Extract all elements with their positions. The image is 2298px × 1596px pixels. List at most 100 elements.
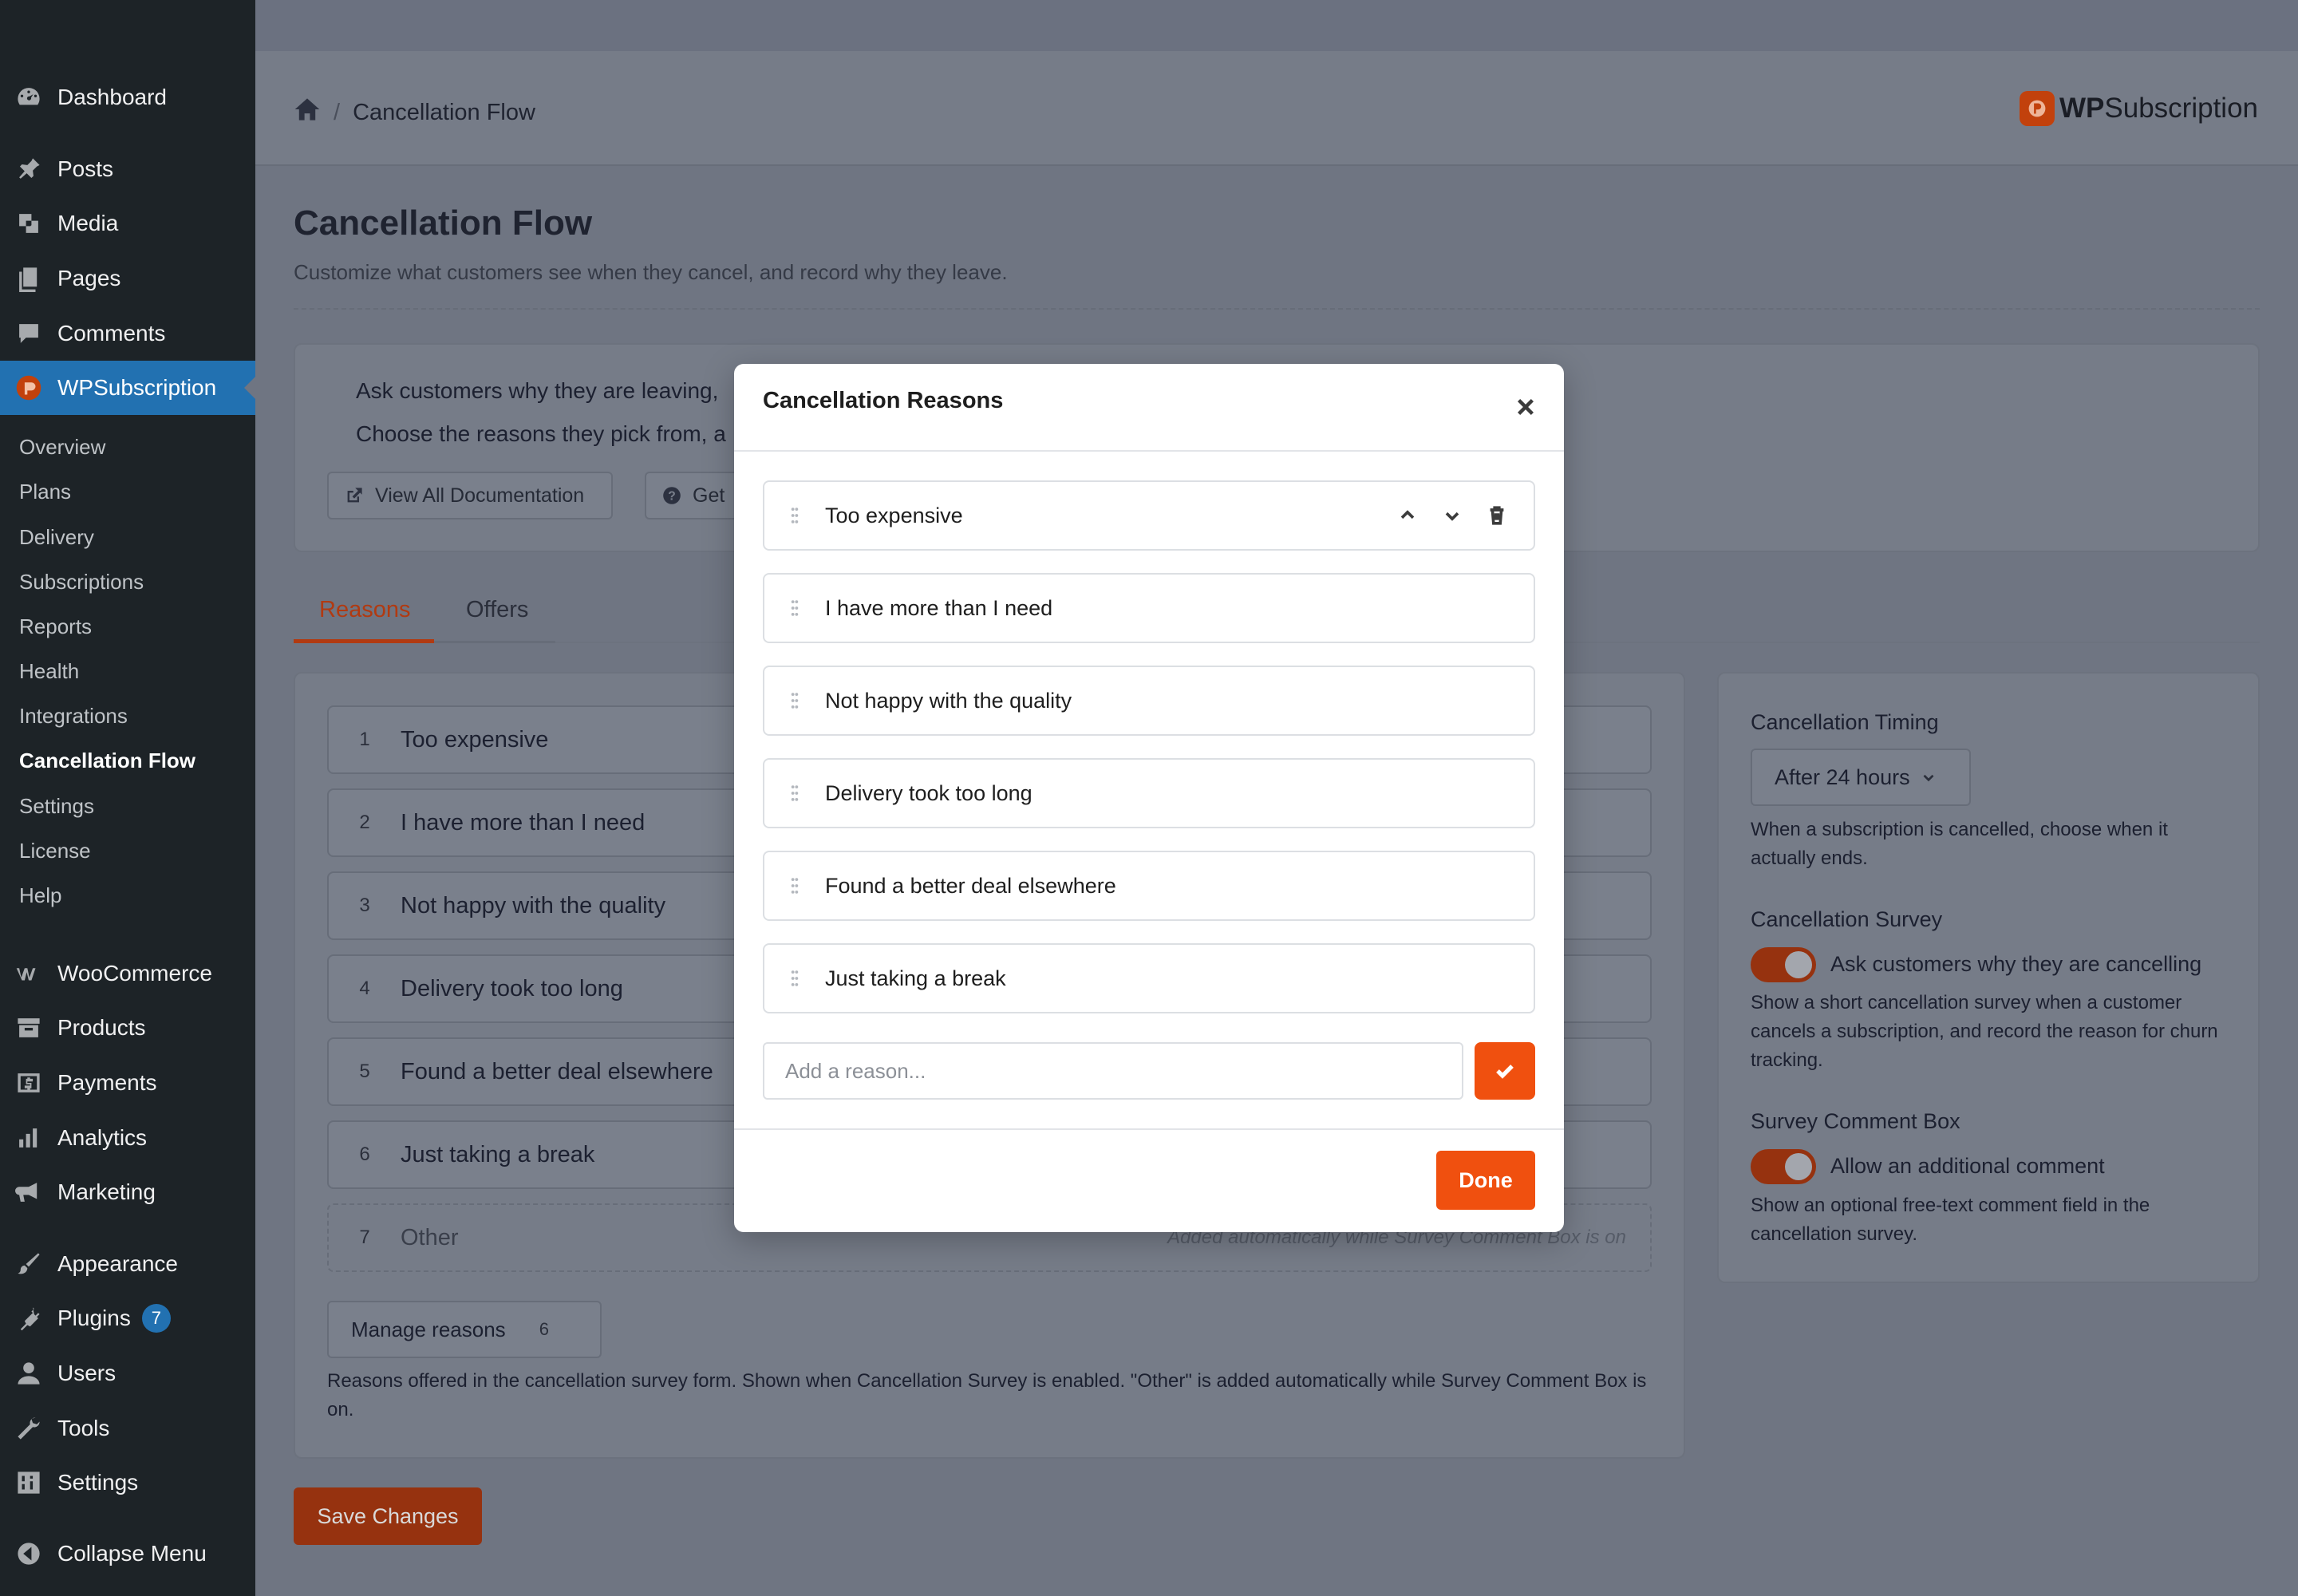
reason-label: Other: [401, 1224, 459, 1250]
submenu-reports[interactable]: Reports: [19, 614, 92, 639]
menu-dashboard[interactable]: Dashboard: [0, 70, 255, 124]
add-reason-button[interactable]: [1475, 1042, 1535, 1100]
tab-offers[interactable]: Offers: [466, 597, 528, 623]
cancellation-survey-toggle[interactable]: [1751, 947, 1816, 982]
submenu-plans[interactable]: Plans: [19, 480, 71, 504]
menu-plugins[interactable]: Plugins 7: [0, 1291, 255, 1345]
wrench-icon: [13, 1412, 45, 1444]
menu-tools[interactable]: Tools: [0, 1401, 255, 1456]
add-reason-input[interactable]: [763, 1042, 1463, 1100]
menu-posts[interactable]: Posts: [0, 142, 255, 196]
chart-icon: [13, 1122, 45, 1154]
submenu-cancellation-flow[interactable]: Cancellation Flow: [19, 749, 195, 773]
modal-reason-row[interactable]: Delivery took too long: [763, 758, 1535, 828]
drag-handle-icon[interactable]: [764, 784, 825, 802]
reason-label: Too expensive: [401, 726, 549, 753]
admin-sidebar: Dashboard Posts Media Pages Comments WPS…: [0, 0, 256, 1596]
close-button[interactable]: [1514, 396, 1537, 418]
breadcrumb: / Cancellation Flow: [294, 96, 535, 129]
page-subtitle: Customize what customers see when they c…: [294, 260, 1008, 284]
done-button[interactable]: Done: [1436, 1151, 1535, 1210]
divider: [294, 308, 2260, 310]
tab-reasons[interactable]: Reasons: [319, 597, 410, 623]
help-icon: ?: [663, 487, 681, 504]
modal-reason-row[interactable]: Too expensive: [763, 480, 1535, 551]
submenu-settings[interactable]: Settings: [19, 794, 94, 819]
archive-icon: [13, 1012, 45, 1044]
menu-users[interactable]: Users: [0, 1346, 255, 1400]
breadcrumb-separator: /: [334, 99, 341, 125]
button-label: Get: [693, 484, 725, 507]
reason-label: Delivery took too long: [401, 975, 623, 1001]
menu-appearance[interactable]: Appearance: [0, 1237, 255, 1291]
submenu-overview[interactable]: Overview: [19, 435, 105, 460]
reason-number: 4: [359, 978, 370, 999]
drag-handle-icon[interactable]: [764, 970, 825, 987]
drag-handle-icon[interactable]: [764, 692, 825, 709]
survey-comment-toggle[interactable]: [1751, 1149, 1816, 1184]
user-icon: [13, 1357, 45, 1389]
reason-label: Found a better deal elsewhere: [401, 1058, 713, 1084]
move-up-icon[interactable]: [1396, 504, 1419, 527]
drag-handle-icon[interactable]: [764, 877, 825, 895]
survey-help-text: Show a short cancellation survey when a …: [1751, 992, 2218, 1071]
external-link-icon: [347, 488, 362, 503]
trash-icon[interactable]: [1486, 504, 1508, 527]
menu-label: Marketing: [57, 1179, 156, 1204]
modal-reason-row[interactable]: Found a better deal elsewhere: [763, 851, 1535, 921]
manage-reasons-button[interactable]: Manage reasons 6: [327, 1301, 602, 1358]
modal-reason-row[interactable]: Not happy with the quality: [763, 666, 1535, 736]
menu-settings[interactable]: Settings: [0, 1456, 255, 1510]
collapse-menu-button[interactable]: Collapse Menu: [0, 1527, 255, 1581]
comment-icon: [13, 318, 45, 350]
save-changes-button[interactable]: Save Changes: [294, 1487, 482, 1545]
select-value: After 24 hours: [1775, 764, 1910, 789]
modal-header-divider: [734, 450, 1564, 452]
page-title: Cancellation Flow: [294, 203, 593, 243]
submenu-help[interactable]: Help: [19, 883, 61, 908]
menu-media[interactable]: Media: [0, 196, 255, 251]
modal-reason-row[interactable]: Just taking a break: [763, 943, 1535, 1013]
plugins-update-badge: 7: [141, 1304, 171, 1333]
submenu-delivery[interactable]: Delivery: [19, 525, 94, 550]
move-down-icon[interactable]: [1441, 504, 1463, 527]
view-documentation-button[interactable]: View All Documentation: [327, 472, 613, 519]
menu-label: Media: [57, 211, 119, 235]
drag-handle-icon[interactable]: [764, 599, 825, 617]
collapse-icon: [13, 1538, 45, 1570]
menu-payments[interactable]: Payments: [0, 1056, 255, 1110]
menu-wpsubscription[interactable]: WPSubscription: [0, 361, 256, 415]
menu-comments[interactable]: Comments: [0, 306, 255, 361]
home-icon[interactable]: [294, 96, 321, 129]
woocommerce-icon: [13, 958, 45, 990]
modal-title: Cancellation Reasons: [763, 388, 1004, 413]
reason-number: 2: [359, 812, 370, 833]
timing-help-text: When a subscription is cancelled, choose…: [1751, 819, 2168, 869]
active-tab-indicator: [294, 639, 434, 643]
submenu-subscriptions[interactable]: Subscriptions: [19, 570, 144, 595]
button-label: Manage reasons: [351, 1317, 506, 1341]
pages-icon: [13, 263, 45, 294]
reason-label: Not happy with the quality: [401, 892, 666, 918]
reason-number: 1: [359, 729, 370, 750]
submenu-license[interactable]: License: [19, 839, 91, 863]
menu-pages[interactable]: Pages: [0, 251, 255, 306]
menu-label: Users: [57, 1361, 116, 1385]
menu-label: Appearance: [57, 1251, 179, 1276]
menu-label: Collapse Menu: [57, 1541, 207, 1566]
row-actions: [1396, 504, 1508, 527]
cancellation-timing-select[interactable]: After 24 hours: [1751, 749, 1971, 806]
submenu-integrations[interactable]: Integrations: [19, 704, 128, 729]
reason-number: 5: [359, 1061, 370, 1082]
submenu-health[interactable]: Health: [19, 659, 79, 684]
brand-wordmark: WPSubscription: [2059, 93, 2258, 124]
menu-analytics[interactable]: Analytics: [0, 1111, 255, 1165]
modal-reason-row[interactable]: I have more than I need: [763, 573, 1535, 643]
reason-number: 7: [359, 1227, 370, 1248]
menu-marketing[interactable]: Marketing: [0, 1165, 255, 1219]
dashboard-icon: [13, 81, 45, 113]
menu-products[interactable]: Products: [0, 1001, 255, 1055]
reason-number: 6: [359, 1144, 370, 1165]
drag-handle-icon[interactable]: [764, 507, 825, 524]
menu-woocommerce[interactable]: WooCommerce: [0, 946, 255, 1001]
